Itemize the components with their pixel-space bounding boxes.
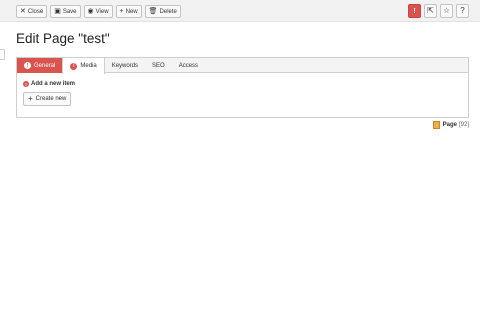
star-icon[interactable]: ☆ [440,4,453,18]
edit-panel: ! General ! Media Keywords SEO Access ! … [16,57,469,118]
add-item-label: ! Add a new item [23,81,75,87]
tab-general-label: General [34,62,56,69]
alert-icon[interactable]: ! [408,4,421,18]
view-button[interactable]: ◉ View [83,5,113,18]
help-icon[interactable]: ? [456,4,469,18]
delete-button-label: Delete [159,8,177,15]
add-item-text: Add a new item [31,81,76,87]
save-icon: ▣ [54,8,61,15]
tab-keywords[interactable]: Keywords [105,58,145,73]
plus-icon: + [28,94,33,103]
plus-icon: + [119,8,124,15]
toolbar-right: ! ⇱ ☆ ? [405,4,469,18]
create-new-button[interactable]: + Create new [23,92,72,106]
record-type-label: Page [442,122,457,128]
save-button[interactable]: ▣ Save [50,5,81,18]
tab-media[interactable]: ! Media [62,58,105,74]
toolbar-actions: ✕ Close ▣ Save ◉ View + New 🗑 Delete [16,5,184,18]
close-button-label: Close [27,8,44,15]
trash-icon: 🗑 [148,8,158,15]
tab-media-label: Media [80,63,97,69]
error-icon: ! [24,62,31,69]
save-button-label: Save [62,8,77,15]
record-info: Page [92] [432,121,469,129]
tab-keywords-label: Keywords [111,62,139,69]
error-icon: ! [70,62,78,70]
toolbar: ✕ Close ▣ Save ◉ View + New 🗑 Delete ! ⇱… [0,0,480,22]
close-button[interactable]: ✕ Close [16,5,48,18]
tab-seo[interactable]: SEO [145,58,172,73]
tab-general[interactable]: ! General [17,58,63,73]
required-error-icon: ! [23,81,29,87]
tab-bar: ! General ! Media Keywords SEO Access [17,58,468,74]
tab-seo-label: SEO [152,62,165,69]
new-button-label: New [125,8,138,15]
external-link-icon[interactable]: ⇱ [424,4,437,18]
eye-icon: ◉ [87,8,94,15]
close-icon: ✕ [20,8,26,15]
page-icon [432,121,440,129]
sidebar-toggle-handle[interactable] [0,49,5,60]
tab-access-label: Access [178,62,199,69]
tab-access[interactable]: Access [172,58,205,73]
delete-button[interactable]: 🗑 Delete [144,5,181,18]
view-button-label: View [95,8,109,15]
page-title: Edit Page "test" [16,31,110,46]
create-new-label: Create new [35,96,67,102]
record-id: [92] [458,122,469,128]
new-button[interactable]: + New [115,5,142,18]
